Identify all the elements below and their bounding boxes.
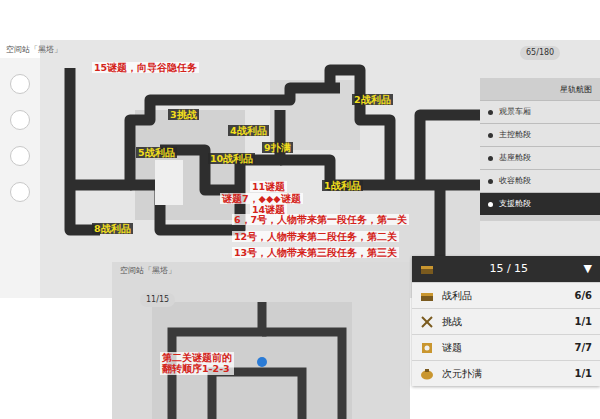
toolbar-button[interactable] <box>10 74 30 94</box>
lower-map-title: 空间站「黑塔」 <box>120 265 176 277</box>
area-label: 基座舱段 <box>499 152 531 164</box>
bullet-icon <box>488 133 493 138</box>
map-annotation: 8战利品 <box>92 223 133 234</box>
bullet-icon <box>488 202 493 207</box>
toolbar-button[interactable] <box>10 110 30 130</box>
map-annotation: 3挑战 <box>168 109 199 120</box>
map-annotation: 13号，人物带来第三段任务，第三关 <box>232 247 399 258</box>
area-label: 收容舱段 <box>499 175 531 187</box>
chest-icon <box>420 262 434 276</box>
map-annotation: 5战利品 <box>136 147 177 158</box>
summary-count: 1/1 <box>574 366 592 381</box>
dropdown-caret[interactable]: ▼ <box>584 261 592 278</box>
map-screenshot: 空间站「黑塔」65/180星轨航图观景车厢主控舱段基座舱段收容舱段支援舱段空间站… <box>0 0 600 419</box>
map-annotation: 谜题7，◆◆◆谜题 <box>220 193 303 204</box>
lower-corridors <box>112 262 410 419</box>
summary-label: 挑战 <box>442 314 566 329</box>
lower-counter: 11/15 <box>140 293 175 307</box>
map-annotation: 4战利品 <box>228 125 269 136</box>
map-annotation: 12号，人物带来第二段任务，第二关 <box>232 231 399 242</box>
exploration-counter: 65/180 <box>520 46 560 60</box>
nav-title: 星轨航图 <box>480 82 600 100</box>
swords-icon <box>420 315 434 329</box>
area-item[interactable]: 主控舱段 <box>480 123 600 146</box>
summary-label: 谜题 <box>442 340 566 355</box>
area-item[interactable]: 观景车厢 <box>480 100 600 123</box>
puzzle-note: 第二关谜题前的翻转顺序1-2-3 <box>160 352 234 375</box>
area-label: 主控舱段 <box>499 129 531 141</box>
lower-map[interactable] <box>112 262 410 419</box>
collection-summary: 15 / 15 ▼ 战利品 6/6 挑战 1/1 谜题 7/7 次元扑满 1/1 <box>412 256 600 386</box>
bullet-icon <box>488 179 493 184</box>
chest-icon <box>420 289 434 303</box>
map-annotation: 2战利品 <box>352 94 393 105</box>
map-annotation: 1战利品 <box>322 180 363 191</box>
area-item[interactable]: 支援舱段 <box>480 192 600 215</box>
note-line: 翻转顺序1-2-3 <box>162 363 232 374</box>
bullet-icon <box>488 156 493 161</box>
area-item[interactable]: 收容舱段 <box>480 169 600 192</box>
summary-count: 6/6 <box>574 288 592 303</box>
summary-header[interactable]: 15 / 15 ▼ <box>412 256 600 282</box>
piggy-icon <box>420 367 434 381</box>
summary-total: 15 / 15 <box>442 261 576 278</box>
area-item[interactable]: 基座舱段 <box>480 146 600 169</box>
area-label: 支援舱段 <box>499 198 531 210</box>
summary-row: 战利品 6/6 <box>412 282 600 308</box>
map-annotation: 10战利品 <box>208 153 255 164</box>
summary-count: 1/1 <box>574 314 592 329</box>
bullet-icon <box>488 110 493 115</box>
map-annotation: 11谜题 <box>250 181 287 192</box>
note-line: 第二关谜题前的 <box>162 352 232 363</box>
summary-row: 次元扑满 1/1 <box>412 360 600 386</box>
area-label: 观景车厢 <box>499 106 531 118</box>
toolbar-button[interactable] <box>10 146 30 166</box>
map-annotation: 15谜题，向导谷隐任务 <box>92 62 199 73</box>
summary-row: 挑战 1/1 <box>412 308 600 334</box>
summary-row: 谜题 7/7 <box>412 334 600 360</box>
map-title: 空间站「黑塔」 <box>6 44 62 56</box>
map-annotation: 9扑满 <box>262 142 293 153</box>
summary-label: 次元扑满 <box>442 366 566 381</box>
toolbar-button[interactable] <box>10 182 30 202</box>
area-nav: 星轨航图观景车厢主控舱段基座舱段收容舱段支援舱段 <box>480 78 600 221</box>
summary-count: 7/7 <box>574 340 592 355</box>
summary-label: 战利品 <box>442 288 566 303</box>
puzzle-icon <box>420 341 434 355</box>
map-toolbar <box>0 58 40 298</box>
map-annotation: 6，7号，人物带来第一段任务，第一关 <box>232 214 409 225</box>
